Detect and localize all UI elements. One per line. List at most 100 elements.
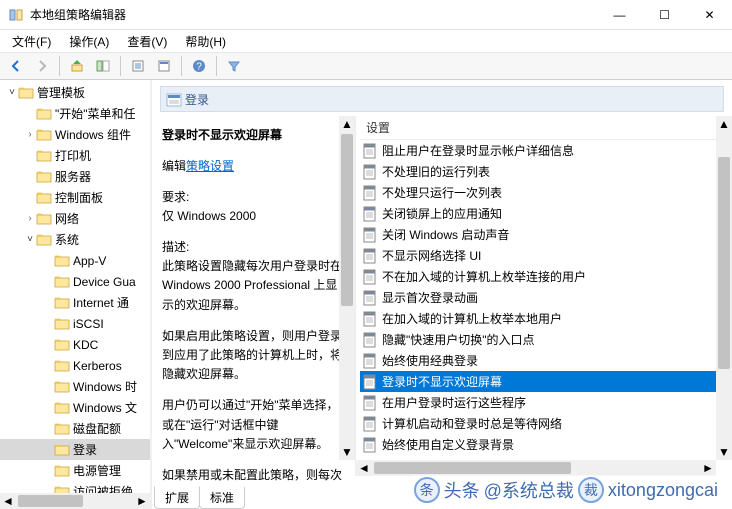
watermark-prefix: 头条 — [444, 477, 480, 503]
export-list-button[interactable] — [126, 54, 150, 78]
tree-item[interactable]: iSCSI — [0, 313, 150, 334]
list-item[interactable]: 始终使用经典登录 — [360, 350, 732, 371]
list-item[interactable]: 不在加入域的计算机上枚举连接的用户 — [360, 266, 732, 287]
scroll-right-icon[interactable]: ► — [700, 460, 716, 476]
tree-item[interactable]: KDC — [0, 334, 150, 355]
up-button[interactable] — [65, 54, 89, 78]
tree-twisty-icon[interactable]: ˅ — [6, 87, 18, 98]
panel-heading-text: 登录 — [185, 91, 209, 108]
tree-twisty-icon[interactable]: ˅ — [24, 234, 36, 245]
tree-item[interactable]: 控制面板 — [0, 187, 150, 208]
tree-twisty-icon[interactable] — [42, 423, 54, 434]
tree-item[interactable]: 登录 — [0, 439, 150, 460]
tree-item[interactable]: ˅系统 — [0, 229, 150, 250]
tree-item[interactable]: Device Gua — [0, 271, 150, 292]
tree-h-scrollbar[interactable]: ◄ ► — [0, 493, 150, 509]
list-item[interactable]: 始终使用自定义登录背景 — [360, 434, 732, 455]
tree-item[interactable]: "开始"菜单和任 — [0, 103, 150, 124]
tree-item[interactable]: ›Windows 组件 — [0, 124, 150, 145]
list-item[interactable]: 不显示网络选择 UI — [360, 245, 732, 266]
tree-twisty-icon[interactable] — [42, 465, 54, 476]
list-item[interactable]: 隐藏"快速用户切换"的入口点 — [360, 329, 732, 350]
list-item[interactable]: 关闭 Windows 启动声音 — [360, 224, 732, 245]
scroll-right-icon[interactable]: ► — [134, 493, 150, 509]
tree-twisty-icon[interactable] — [42, 297, 54, 308]
menu-file[interactable]: 文件(F) — [4, 31, 59, 52]
list-item[interactable]: 在加入域的计算机上枚举本地用户 — [360, 308, 732, 329]
tree-twisty-icon[interactable]: › — [24, 213, 36, 224]
list-item-label: 登录时不显示欢迎屏幕 — [382, 373, 502, 390]
list-h-scrollbar[interactable]: ◄ ► — [356, 460, 716, 476]
tree-twisty-icon[interactable] — [42, 255, 54, 266]
tree-twisty-icon[interactable] — [42, 318, 54, 329]
tab-extended[interactable]: 扩展 — [154, 486, 200, 509]
tree-item[interactable]: 磁盘配额 — [0, 418, 150, 439]
policy-icon — [362, 290, 378, 306]
folder-icon — [54, 463, 70, 479]
panel-header-icon — [165, 91, 183, 112]
settings-column-header[interactable]: 设置 — [360, 116, 732, 140]
tree-twisty-icon[interactable] — [24, 171, 36, 182]
list-item-label: 隐藏"快速用户切换"的入口点 — [382, 331, 535, 348]
tree-item[interactable]: Windows 文 — [0, 397, 150, 418]
watermark-logo-icon: 条 — [414, 477, 440, 503]
scroll-up-icon[interactable]: ▲ — [716, 116, 732, 132]
tree-twisty-icon[interactable] — [42, 276, 54, 287]
list-item[interactable]: 登录时不显示欢迎屏幕 — [360, 371, 732, 392]
folder-icon — [36, 211, 52, 227]
scroll-down-icon[interactable]: ▼ — [716, 444, 732, 460]
tree-twisty-icon[interactable] — [42, 339, 54, 350]
forward-button[interactable] — [30, 54, 54, 78]
scroll-up-icon[interactable]: ▲ — [339, 116, 355, 132]
minimize-button[interactable]: — — [597, 0, 642, 30]
scroll-left-icon[interactable]: ◄ — [0, 493, 16, 509]
tree-item[interactable]: Internet 通 — [0, 292, 150, 313]
tree-item[interactable]: ›网络 — [0, 208, 150, 229]
close-button[interactable]: ✕ — [687, 0, 732, 30]
tab-standard[interactable]: 标准 — [199, 487, 245, 509]
maximize-button[interactable]: ☐ — [642, 0, 687, 30]
tree-item-label: Internet 通 — [73, 294, 129, 311]
list-item[interactable]: 计算机启动和登录时总是等待网络 — [360, 413, 732, 434]
tree-twisty-icon[interactable] — [42, 381, 54, 392]
tree-item[interactable]: 打印机 — [0, 145, 150, 166]
list-item[interactable]: 阻止用户在登录时显示帐户详细信息 — [360, 140, 732, 161]
edit-policy-link[interactable]: 策略设置 — [186, 159, 234, 173]
tree-item[interactable]: 电源管理 — [0, 460, 150, 481]
menu-view[interactable]: 查看(V) — [119, 31, 175, 52]
tree-twisty-icon[interactable] — [24, 150, 36, 161]
list-item[interactable]: 显示首次登录动画 — [360, 287, 732, 308]
tree-item[interactable]: ˅管理模板 — [0, 82, 150, 103]
list-item[interactable]: 不处理旧的运行列表 — [360, 161, 732, 182]
tree-twisty-icon[interactable] — [24, 108, 36, 119]
list-v-scrollbar[interactable]: ▲ ▼ — [716, 116, 732, 460]
list-item[interactable]: 在用户登录时运行这些程序 — [360, 392, 732, 413]
scroll-left-icon[interactable]: ◄ — [356, 460, 372, 476]
tree-item[interactable]: Kerberos — [0, 355, 150, 376]
tree-twisty-icon[interactable] — [42, 444, 54, 455]
requirements-label: 要求: — [162, 188, 347, 205]
tree-item[interactable]: App-V — [0, 250, 150, 271]
help-button[interactable]: ? — [187, 54, 211, 78]
svg-text:?: ? — [196, 62, 202, 73]
back-button[interactable] — [4, 54, 28, 78]
menu-help[interactable]: 帮助(H) — [177, 31, 234, 52]
scroll-down-icon[interactable]: ▼ — [339, 444, 355, 460]
show-hide-tree-button[interactable] — [91, 54, 115, 78]
list-item[interactable]: 关闭锁屏上的应用通知 — [360, 203, 732, 224]
filter-button[interactable] — [222, 54, 246, 78]
tree-item[interactable]: 服务器 — [0, 166, 150, 187]
menu-action[interactable]: 操作(A) — [61, 31, 117, 52]
tree-twisty-icon[interactable] — [24, 192, 36, 203]
list-item[interactable]: 不处理只运行一次列表 — [360, 182, 732, 203]
folder-icon — [36, 148, 52, 164]
properties-button[interactable] — [152, 54, 176, 78]
tree-twisty-icon[interactable] — [42, 360, 54, 371]
app-icon — [8, 7, 24, 23]
tree-item[interactable]: Windows 时 — [0, 376, 150, 397]
tree-twisty-icon[interactable] — [42, 402, 54, 413]
tree-twisty-icon[interactable]: › — [24, 129, 36, 140]
folder-icon — [36, 232, 52, 248]
desc-v-scrollbar[interactable]: ▲ ▼ — [339, 116, 355, 460]
watermark-handle: @系统总裁 — [484, 477, 574, 503]
